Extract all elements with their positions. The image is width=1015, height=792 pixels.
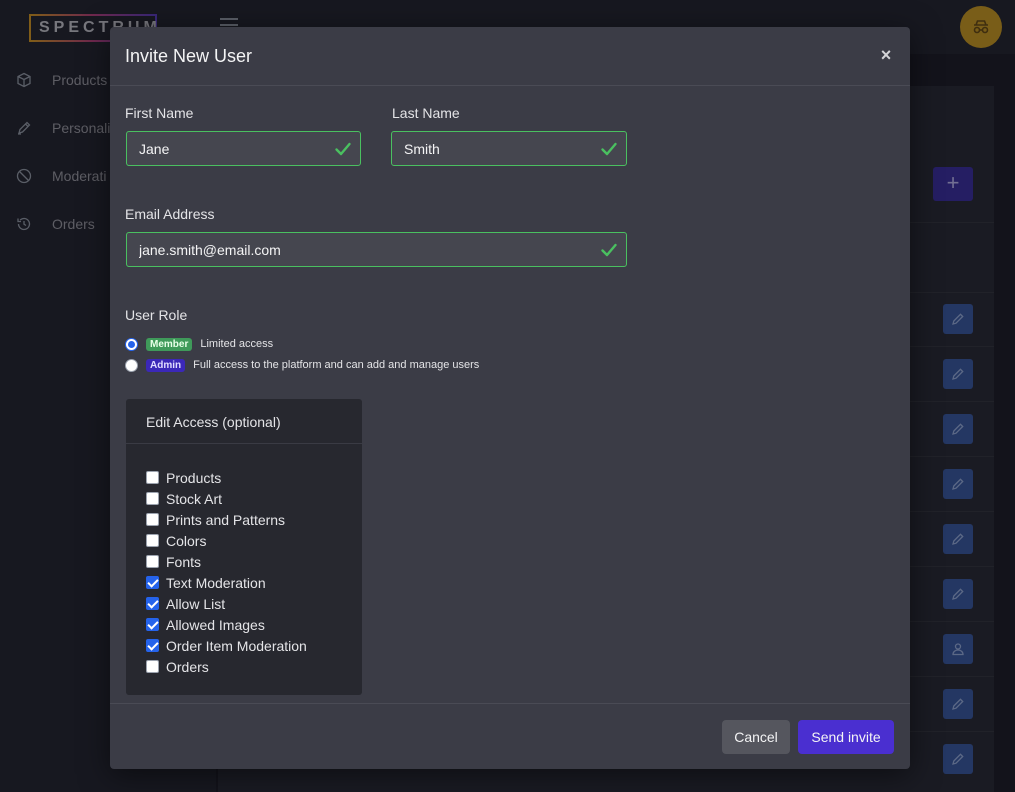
checkbox[interactable]	[146, 513, 159, 526]
access-item-label: Products	[166, 469, 222, 486]
member-radio[interactable]	[125, 337, 138, 351]
check-icon	[335, 142, 351, 156]
role-option-admin[interactable]: Admin Full access to the platform and ca…	[125, 357, 479, 373]
access-item-products[interactable]: Products	[146, 467, 362, 488]
access-item-fonts[interactable]: Fonts	[146, 551, 362, 572]
access-item-order-item-moderation[interactable]: Order Item Moderation	[146, 635, 362, 656]
last-name-label: Last Name	[392, 105, 460, 121]
access-item-prints-and-patterns[interactable]: Prints and Patterns	[146, 509, 362, 530]
checkbox-checked[interactable]	[146, 597, 159, 610]
access-item-colors[interactable]: Colors	[146, 530, 362, 551]
checkbox[interactable]	[146, 534, 159, 547]
role-option-member[interactable]: Member Limited access	[125, 336, 273, 352]
access-item-stock-art[interactable]: Stock Art	[146, 488, 362, 509]
invite-user-modal: Invite New User × First Name Last Name E…	[110, 27, 910, 769]
first-name-field-wrapper	[126, 131, 361, 166]
member-description: Limited access	[200, 338, 274, 350]
check-icon	[601, 243, 617, 257]
checkbox[interactable]	[146, 492, 159, 505]
send-invite-button[interactable]: Send invite	[798, 720, 894, 754]
last-name-field[interactable]	[392, 132, 626, 165]
first-name-label: First Name	[125, 105, 194, 121]
admin-description: Full access to the platform and can add …	[193, 359, 480, 371]
admin-badge: Admin	[146, 358, 186, 372]
checkbox[interactable]	[146, 555, 159, 568]
first-name-field[interactable]	[127, 132, 360, 165]
access-item-label: Colors	[166, 532, 207, 549]
access-item-label: Prints and Patterns	[166, 511, 286, 528]
checkbox[interactable]	[146, 471, 159, 484]
access-checklist: Products Stock Art Prints and Patterns C…	[126, 444, 362, 677]
checkbox-checked[interactable]	[146, 639, 159, 652]
modal-header: Invite New User ×	[110, 27, 910, 86]
member-badge: Member	[146, 337, 193, 351]
access-item-label: Fonts	[166, 553, 202, 570]
access-item-label: Allow List	[166, 595, 226, 612]
checkbox-checked[interactable]	[146, 618, 159, 631]
access-item-label: Allowed Images	[166, 616, 265, 633]
access-item-label: Orders	[166, 658, 209, 675]
cancel-button[interactable]: Cancel	[722, 720, 790, 754]
access-item-label: Order Item Moderation	[166, 637, 307, 654]
email-label: Email Address	[125, 206, 215, 222]
email-field-wrapper	[126, 232, 627, 267]
access-item-allow-list[interactable]: Allow List	[146, 593, 362, 614]
access-item-label: Stock Art	[166, 490, 223, 507]
checkbox-checked[interactable]	[146, 576, 159, 589]
access-item-label: Text Moderation	[166, 574, 266, 591]
close-button[interactable]: ×	[876, 45, 896, 65]
access-item-text-moderation[interactable]: Text Moderation	[146, 572, 362, 593]
admin-radio[interactable]	[125, 358, 138, 372]
check-icon	[601, 142, 617, 156]
edit-access-card: Edit Access (optional) Products Stock Ar…	[126, 399, 362, 695]
last-name-field-wrapper	[391, 131, 627, 166]
modal-title: Invite New User	[125, 46, 253, 66]
edit-access-title: Edit Access (optional)	[126, 399, 362, 444]
email-field[interactable]	[127, 233, 626, 266]
access-item-orders[interactable]: Orders	[146, 656, 362, 677]
access-item-allowed-images[interactable]: Allowed Images	[146, 614, 362, 635]
checkbox[interactable]	[146, 660, 159, 673]
user-role-label: User Role	[125, 307, 188, 323]
modal-footer: Cancel Send invite	[110, 703, 910, 769]
